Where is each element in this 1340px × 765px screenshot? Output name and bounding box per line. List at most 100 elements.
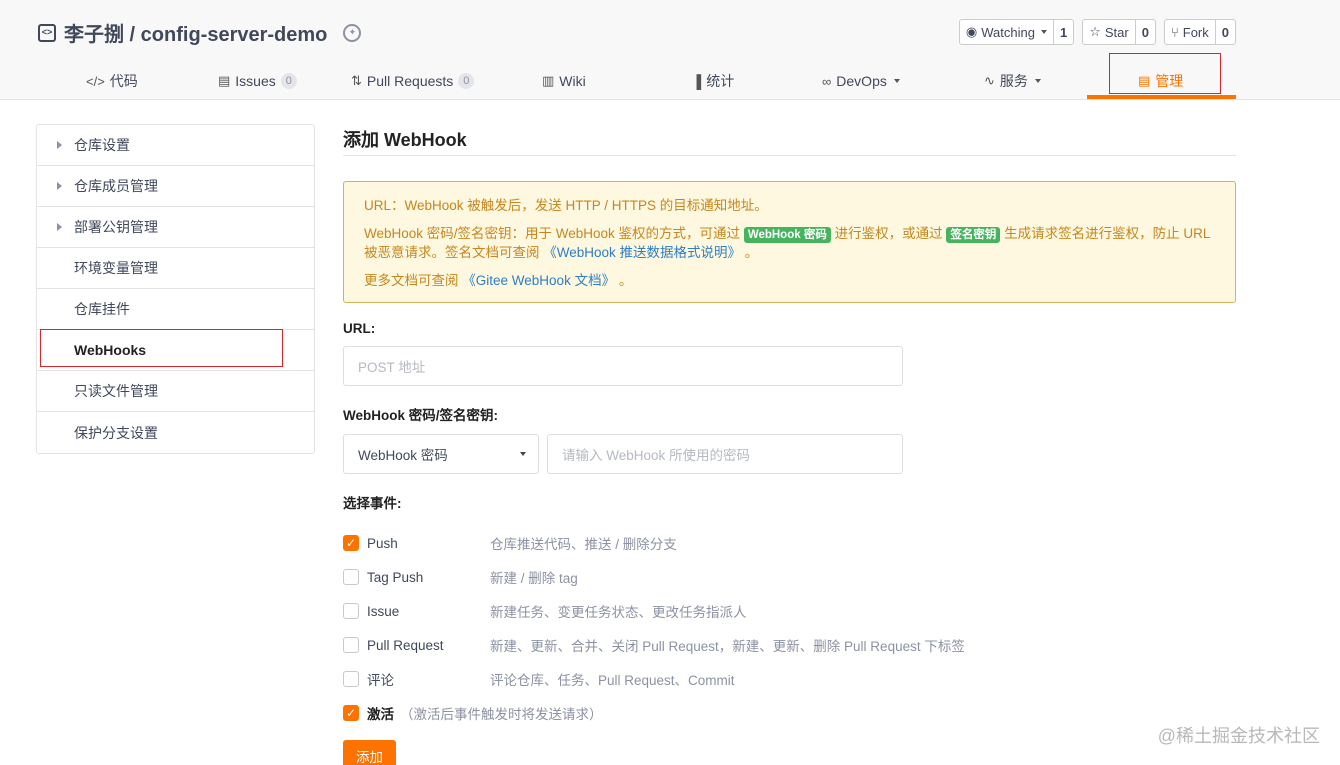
tab-pull-requests[interactable]: ⇅ Pull Requests 0 bbox=[351, 62, 475, 100]
signature-key-tag: 签名密钥 bbox=[946, 227, 1001, 243]
event-name: Pull Request bbox=[367, 637, 444, 653]
active-tab-indicator bbox=[1087, 95, 1236, 99]
events-list: ✓ Push 仓库推送代码、推送 / 删除分支 Tag Push 新建 / 删除… bbox=[343, 526, 1236, 696]
notice-line-url: URL：WebHook 被触发后，发送 HTTP / HTTPS 的目标通知地址… bbox=[364, 198, 768, 213]
watch-count[interactable]: 1 bbox=[1054, 20, 1073, 44]
push-format-doc-link[interactable]: 《WebHook 推送数据格式说明》 bbox=[543, 245, 741, 260]
fork-count[interactable]: 0 bbox=[1216, 20, 1235, 44]
sidebar-item-label: 部署公钥管理 bbox=[74, 219, 158, 235]
tab-stats[interactable]: ▐ 统计 bbox=[692, 62, 734, 100]
issues-count-badge: 0 bbox=[280, 73, 297, 89]
eye-icon: ◉ bbox=[965, 24, 978, 39]
repo-icon: <> bbox=[38, 23, 56, 42]
tab-label: 代码 bbox=[109, 73, 138, 89]
wiki-icon: ▥ bbox=[542, 73, 555, 88]
pulse-icon: ∿ bbox=[984, 73, 995, 88]
event-issue: Issue 新建任务、变更任务状态、更改任务指派人 bbox=[343, 594, 1236, 628]
fork-button[interactable]: ⑂ Fork 0 bbox=[1163, 19, 1236, 45]
event-push: ✓ Push 仓库推送代码、推送 / 删除分支 bbox=[343, 526, 1236, 560]
event-desc: 新建 / 删除 tag bbox=[490, 571, 578, 586]
star-label: Star bbox=[1104, 24, 1129, 40]
secret-type-select[interactable]: WebHook 密码 bbox=[343, 434, 539, 474]
info-notice: URL：WebHook 被触发后，发送 HTTP / HTTPS 的目标通知地址… bbox=[343, 181, 1236, 303]
event-push-checkbox[interactable]: ✓ bbox=[343, 535, 359, 551]
chevron-down-icon bbox=[1034, 79, 1041, 83]
star-count[interactable]: 0 bbox=[1136, 20, 1155, 44]
pr-count-badge: 0 bbox=[458, 73, 475, 89]
url-label: URL: bbox=[343, 321, 376, 336]
tab-services[interactable]: ∿ 服务 bbox=[984, 62, 1041, 100]
page-title: 添加 WebHook bbox=[343, 124, 1236, 156]
event-tag-push-checkbox[interactable] bbox=[343, 569, 359, 585]
event-desc: 新建、更新、合并、关闭 Pull Request，新建、更新、删除 Pull R… bbox=[490, 639, 965, 654]
event-comment-checkbox[interactable] bbox=[343, 671, 359, 687]
watch-button[interactable]: ◉ Watching 1 bbox=[958, 19, 1075, 45]
event-name: 评论 bbox=[367, 673, 394, 688]
devops-icon: ∞ bbox=[822, 73, 832, 89]
recommend-badge-icon[interactable]: ✦ bbox=[343, 23, 362, 42]
repo-title: <> 李子捌 / config-server-demo ✦ bbox=[38, 18, 362, 47]
sidebar-item-widgets[interactable]: 仓库挂件 bbox=[37, 289, 314, 330]
repo-tabs: </> 代码 ▤ Issues 0 ⇅ Pull Requests 0 ▥ Wi… bbox=[40, 62, 1236, 100]
star-icon: ☆ bbox=[1089, 24, 1101, 39]
fork-label: Fork bbox=[1182, 24, 1209, 40]
tab-issues[interactable]: ▤ Issues 0 bbox=[218, 62, 297, 100]
event-name: Tag Push bbox=[367, 569, 424, 585]
url-input[interactable]: POST 地址 bbox=[343, 346, 903, 386]
notice-text: 。 bbox=[741, 245, 759, 260]
fork-icon: ⑂ bbox=[1170, 24, 1179, 40]
sidebar-item-label: 保护分支设置 bbox=[74, 424, 158, 441]
watermark: @稀土掘金技术社区 bbox=[1157, 726, 1320, 746]
expand-arrow-icon bbox=[57, 141, 62, 149]
expand-arrow-icon bbox=[57, 182, 62, 190]
secret-input[interactable]: 请输入 WebHook 所使用的密码 bbox=[547, 434, 903, 474]
tab-wiki[interactable]: ▥ Wiki bbox=[542, 62, 586, 100]
event-comment: 评论 评论仓库、任务、Pull Request、Commit bbox=[343, 662, 1236, 696]
sidebar-item-label: 仓库设置 bbox=[74, 137, 130, 153]
expand-arrow-icon bbox=[57, 223, 62, 231]
stats-icon: ▐ bbox=[692, 73, 702, 89]
chevron-down-icon bbox=[1040, 30, 1047, 34]
highlight-box-webhooks bbox=[40, 329, 283, 367]
repo-name[interactable]: 李子捌 / config-server-demo bbox=[64, 18, 327, 47]
event-name: Push bbox=[367, 535, 398, 551]
sidebar-item-members[interactable]: 仓库成员管理 bbox=[37, 166, 314, 207]
tab-code[interactable]: </> 代码 bbox=[86, 62, 138, 100]
url-placeholder: POST 地址 bbox=[358, 360, 426, 375]
sidebar-item-repo-settings[interactable]: 仓库设置 bbox=[37, 125, 314, 166]
sidebar-item-env-vars[interactable]: 环境变量管理 bbox=[37, 248, 314, 289]
event-desc: 仓库推送代码、推送 / 删除分支 bbox=[490, 537, 677, 552]
event-issue-checkbox[interactable] bbox=[343, 603, 359, 619]
sidebar-item-readonly-files[interactable]: 只读文件管理 bbox=[37, 371, 314, 412]
webhook-password-tag: WebHook 密码 bbox=[743, 227, 831, 243]
settings-sidebar: 仓库设置 仓库成员管理 部署公钥管理 环境变量管理 仓库挂件 WebHooks … bbox=[36, 124, 315, 454]
tab-label: Wiki bbox=[559, 73, 586, 89]
events-label: 选择事件: bbox=[343, 496, 402, 511]
tab-devops[interactable]: ∞ DevOps bbox=[822, 62, 900, 100]
code-icon: </> bbox=[86, 73, 105, 89]
event-pull-request-checkbox[interactable] bbox=[343, 637, 359, 653]
repo-actions: ◉ Watching 1 ☆ Star 0 ⑂ Fork 0 bbox=[958, 19, 1236, 45]
activate-label: 激活 bbox=[367, 707, 394, 722]
notice-text: 进行鉴权，或通过 bbox=[830, 226, 947, 241]
add-button[interactable]: 添加 bbox=[343, 740, 396, 765]
watch-label: Watching bbox=[981, 24, 1035, 40]
event-desc: 评论仓库、任务、Pull Request、Commit bbox=[490, 673, 735, 688]
secret-placeholder: 请输入 WebHook 所使用的密码 bbox=[562, 448, 751, 463]
tab-label: Issues bbox=[235, 73, 276, 89]
sidebar-item-protected-branches[interactable]: 保护分支设置 bbox=[37, 412, 314, 453]
event-name: Issue bbox=[367, 603, 400, 619]
tab-label: Pull Requests bbox=[366, 73, 454, 89]
sidebar-item-label: 只读文件管理 bbox=[74, 383, 158, 399]
notice-line-docs: 更多文档可查阅 《Gitee WebHook 文档》 。 bbox=[364, 271, 1215, 290]
issues-icon: ▤ bbox=[218, 73, 231, 88]
event-desc: 新建任务、变更任务状态、更改任务指派人 bbox=[490, 605, 747, 620]
sidebar-item-deploy-keys[interactable]: 部署公钥管理 bbox=[37, 207, 314, 248]
activate-checkbox[interactable]: ✓ bbox=[343, 705, 359, 721]
star-button[interactable]: ☆ Star 0 bbox=[1082, 19, 1156, 45]
notice-text: WebHook 密码/签名密钥：用于 WebHook 鉴权的方式，可通过 bbox=[364, 226, 744, 241]
notice-text: 更多文档可查阅 bbox=[364, 273, 463, 288]
tab-label: DevOps bbox=[836, 73, 887, 89]
event-tag-push: Tag Push 新建 / 删除 tag bbox=[343, 560, 1236, 594]
gitee-webhook-doc-link[interactable]: 《Gitee WebHook 文档》 bbox=[462, 273, 615, 288]
